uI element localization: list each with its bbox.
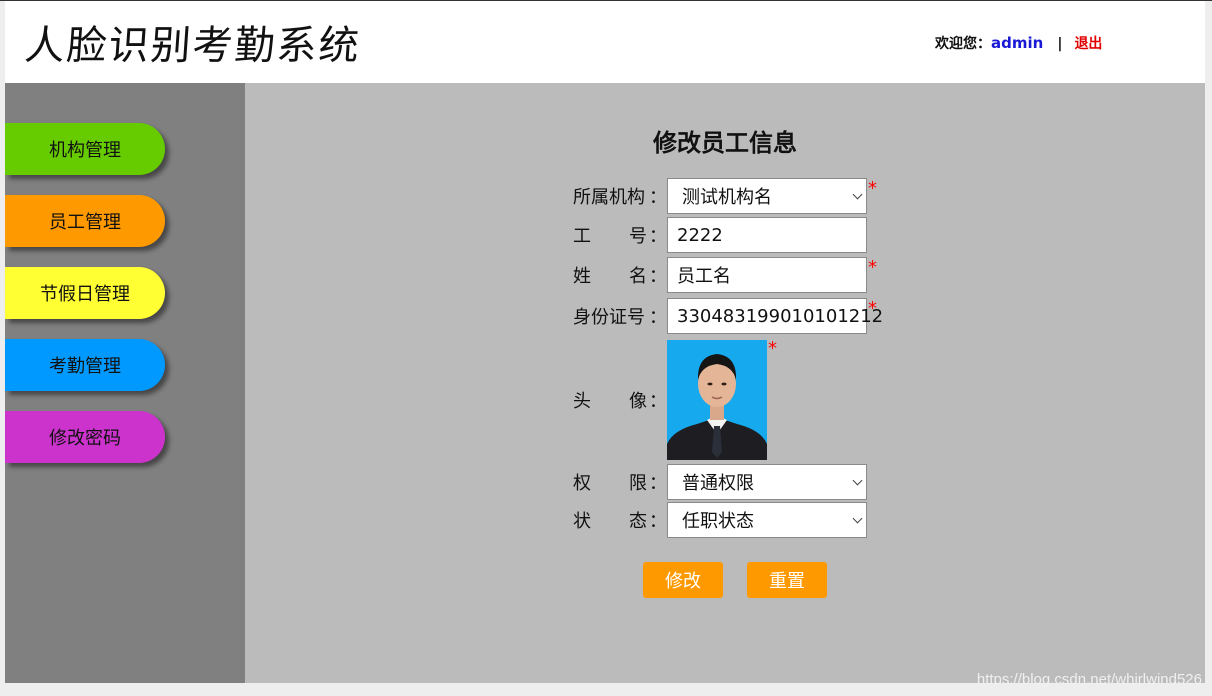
required-mark: *	[868, 256, 877, 278]
sidebar: 机构管理 员工管理 节假日管理 考勤管理 修改密码	[5, 83, 245, 683]
org-row: 所属机构： 测试机构名 *	[573, 178, 877, 214]
org-label: 所属机构：	[573, 187, 667, 208]
welcome-label: 欢迎您：	[935, 36, 991, 52]
required-mark: *	[768, 337, 777, 359]
sidebar-item-org-management[interactable]: 机构管理	[5, 123, 165, 175]
app-title: 人脸识别考勤系统	[23, 23, 363, 69]
sidebar-item-label: 机构管理	[49, 140, 121, 161]
empno-input[interactable]: 2222	[667, 217, 867, 253]
sidebar-item-attendance-management[interactable]: 考勤管理	[5, 339, 165, 391]
form-title: 修改员工信息	[653, 129, 797, 157]
person-portrait-icon	[667, 340, 767, 460]
photo-row: 头 像： *	[573, 337, 777, 460]
status-row: 状 态： 任职状态	[573, 502, 867, 538]
chevron-down-icon	[852, 189, 863, 200]
avatar-photo[interactable]	[667, 340, 767, 460]
permission-label: 权 限：	[573, 473, 667, 494]
sidebar-item-label: 考勤管理	[49, 356, 121, 377]
permission-select[interactable]: 普通权限	[667, 464, 867, 500]
required-mark: *	[868, 297, 877, 319]
idcard-row: 身份证号： 330483199010101212 *	[573, 297, 883, 334]
sidebar-item-label: 节假日管理	[40, 284, 130, 305]
reset-button[interactable]: 重置	[747, 562, 827, 598]
sidebar-item-label: 员工管理	[49, 212, 121, 233]
chevron-down-icon	[852, 475, 863, 486]
status-label: 状 态：	[573, 511, 667, 532]
required-mark: *	[868, 177, 877, 199]
name-row: 姓 名： 员工名 *	[573, 257, 877, 293]
empno-label: 工 号：	[573, 226, 667, 247]
status-select[interactable]: 任职状态	[667, 502, 867, 538]
idcard-label: 身份证号：	[573, 307, 667, 328]
watermark: https://blog.csdn.net/whirlwind526	[976, 671, 1202, 688]
permission-row: 权 限： 普通权限	[573, 464, 867, 500]
sidebar-item-label: 修改密码	[49, 428, 121, 449]
sidebar-item-holiday-management[interactable]: 节假日管理	[5, 267, 165, 319]
name-input[interactable]: 员工名	[667, 257, 867, 293]
idcard-input[interactable]: 330483199010101212	[667, 298, 883, 334]
sidebar-item-employee-management[interactable]: 员工管理	[5, 195, 165, 247]
sidebar-item-change-password[interactable]: 修改密码	[5, 411, 165, 463]
empno-row: 工 号： 2222	[573, 217, 867, 253]
name-label: 姓 名：	[573, 266, 667, 287]
username: admin	[991, 34, 1044, 52]
separator: |	[1057, 36, 1063, 52]
org-select[interactable]: 测试机构名	[667, 178, 867, 214]
main-content: 修改员工信息 所属机构： 测试机构名 * 工 号： 2222 姓 名： 员工名 …	[245, 83, 1205, 683]
photo-label: 头 像：	[573, 391, 667, 412]
submit-button[interactable]: 修改	[643, 562, 723, 598]
user-bar: 欢迎您：admin | 退出	[935, 33, 1102, 53]
logout-link[interactable]: 退出	[1074, 36, 1102, 52]
chevron-down-icon	[852, 513, 863, 524]
header: 人脸识别考勤系统 欢迎您：admin | 退出	[5, 1, 1205, 83]
